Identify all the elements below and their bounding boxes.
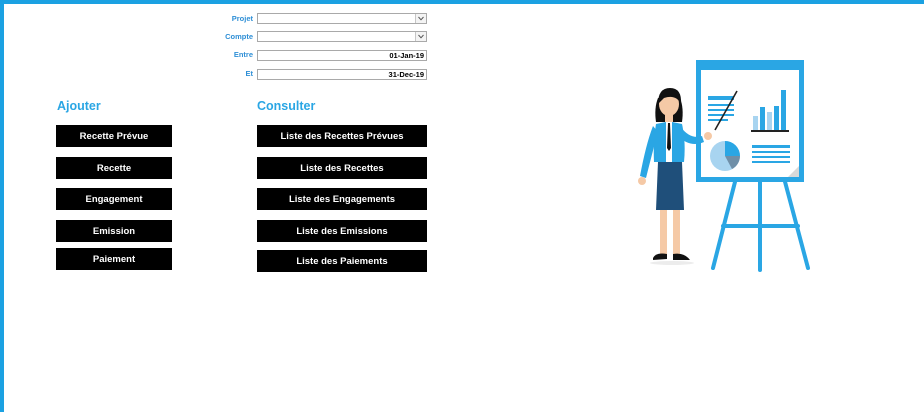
liste-paiements-button[interactable]: Liste des Paiements <box>257 250 427 272</box>
easel-legs <box>711 176 810 272</box>
ajouter-title: Ajouter <box>57 99 101 113</box>
liste-recettes-prevues-button[interactable]: Liste des Recettes Prévues <box>257 125 427 147</box>
paiement-button[interactable]: Paiement <box>56 248 172 270</box>
recette-prevue-button[interactable]: Recette Prévue <box>56 125 172 147</box>
et-label: Et <box>245 69 254 78</box>
entre-label: Entre <box>233 50 253 59</box>
pie-chart-icon <box>710 141 740 171</box>
window-left-border <box>0 0 4 412</box>
compte-label: Compte <box>225 32 253 41</box>
liste-recettes-button[interactable]: Liste des Recettes <box>257 157 427 179</box>
entre-date-field[interactable]: 01-Jan-19 <box>257 50 427 61</box>
liste-engagements-button[interactable]: Liste des Engagements <box>257 188 427 210</box>
recette-button[interactable]: Recette <box>56 157 172 179</box>
presenter-with-chart-board-icon <box>638 60 810 272</box>
consulter-title: Consulter <box>257 99 316 113</box>
chevron-down-icon[interactable] <box>415 14 426 23</box>
window-top-border <box>0 0 924 4</box>
engagement-button[interactable]: Engagement <box>56 188 172 210</box>
emission-button[interactable]: Emission <box>56 220 172 242</box>
projet-label: Projet <box>231 14 253 23</box>
projet-combobox[interactable] <box>257 13 427 24</box>
chevron-down-icon[interactable] <box>415 32 426 41</box>
et-date-field[interactable]: 31-Dec-19 <box>257 69 427 80</box>
compte-combobox[interactable] <box>257 31 427 42</box>
liste-emissions-button[interactable]: Liste des Emissions <box>257 220 427 242</box>
